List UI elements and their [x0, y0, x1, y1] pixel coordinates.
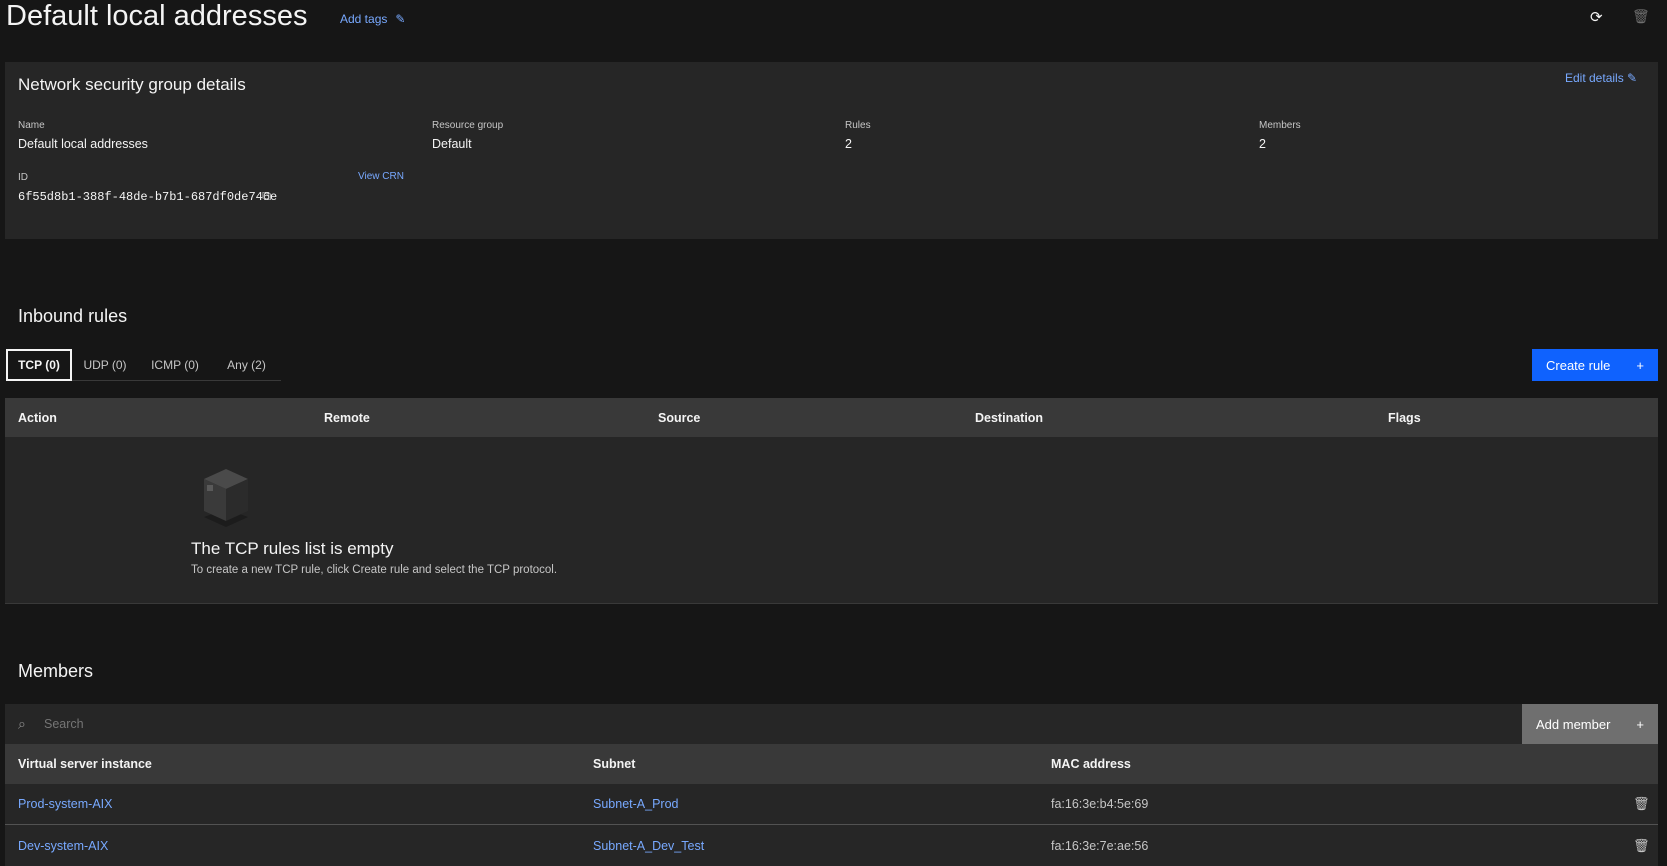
table-row: Prod-system-AIX Subnet-A_Prod fa:16:3e:b…: [5, 784, 1658, 825]
edit-icon: ✎: [395, 12, 406, 26]
empty-title: The TCP rules list is empty: [191, 539, 394, 558]
column-flags: Flags: [1388, 410, 1421, 425]
edit-details-link[interactable]: Edit details ✎: [1565, 71, 1637, 85]
column-mac: MAC address: [1051, 757, 1131, 771]
subnet-link[interactable]: Subnet-A_Prod: [593, 797, 678, 811]
mac-address: fa:16:3e:7e:ae:56: [1051, 838, 1149, 853]
add-tags-link[interactable]: Add tags ✎: [340, 12, 405, 26]
vsi-link[interactable]: Dev-system-AIX: [18, 839, 108, 853]
column-source: Source: [658, 410, 701, 425]
tab-any[interactable]: Any (2): [212, 349, 281, 381]
tab-icmp[interactable]: ICMP (0): [138, 349, 212, 381]
rules-table-header: Action Remote Source Destination Flags: [5, 398, 1658, 437]
members-value: 2: [1259, 137, 1266, 151]
inbound-heading: Inbound rules: [18, 306, 128, 326]
view-crn-link[interactable]: View CRN: [358, 171, 404, 182]
details-panel: Network security group details Edit deta…: [5, 62, 1658, 239]
name-value: Default local addresses: [18, 137, 148, 151]
refresh-icon[interactable]: ⟳: [1590, 8, 1603, 26]
tab-udp[interactable]: UDP (0): [72, 349, 138, 381]
members-heading: Members: [18, 661, 94, 681]
add-member-button[interactable]: Add member +: [1522, 704, 1658, 744]
details-heading: Network security group details: [18, 75, 246, 94]
page-title: Default local addresses: [6, 0, 308, 32]
edit-icon: ✎: [1627, 71, 1638, 85]
rules-value: 2: [845, 137, 852, 151]
column-remote: Remote: [324, 410, 370, 425]
add-member-label: Add member: [1536, 716, 1611, 732]
column-vsi: Virtual server instance: [18, 757, 152, 771]
members-search[interactable]: ⌕: [5, 704, 1522, 744]
empty-description: To create a new TCP rule, click Create r…: [191, 564, 558, 576]
trash-icon[interactable]: 🗑: [1633, 838, 1650, 854]
trash-icon[interactable]: 🗑: [1633, 796, 1650, 812]
members-label: Members: [1259, 120, 1301, 131]
vsi-link[interactable]: Prod-system-AIX: [18, 797, 112, 811]
plus-icon: +: [1636, 716, 1644, 732]
subnet-link[interactable]: Subnet-A_Dev_Test: [593, 839, 704, 853]
empty-box-icon: [204, 469, 248, 527]
members-table-header: Virtual server instance Subnet MAC addre…: [5, 744, 1658, 784]
column-destination: Destination: [975, 410, 1044, 425]
resource-group-value: Default: [432, 137, 472, 151]
search-icon: ⌕: [18, 715, 26, 732]
column-action: Action: [18, 410, 57, 425]
create-rule-label: Create rule: [1546, 357, 1611, 373]
copy-icon[interactable]: ⧉: [262, 188, 271, 204]
id-value: 6f55d8b1-388f-48de-b7b1-687df0de746e: [18, 190, 278, 204]
search-input[interactable]: [44, 717, 644, 731]
plus-icon: +: [1636, 357, 1644, 373]
tab-tcp[interactable]: TCP (0): [6, 349, 72, 381]
create-rule-button[interactable]: Create rule +: [1532, 349, 1658, 381]
rules-empty-state: The TCP rules list is empty To create a …: [5, 437, 1658, 604]
mac-address: fa:16:3e:b4:5e:69: [1051, 797, 1149, 811]
rules-label: Rules: [845, 120, 871, 131]
add-tags-label: Add tags: [340, 12, 388, 26]
delete-icon[interactable]: 🗑: [1632, 8, 1650, 25]
edit-details-label: Edit details: [1565, 71, 1624, 85]
resource-group-label: Resource group: [432, 120, 504, 131]
id-label: ID: [18, 172, 28, 183]
name-label: Name: [18, 120, 45, 131]
column-subnet: Subnet: [593, 757, 636, 771]
